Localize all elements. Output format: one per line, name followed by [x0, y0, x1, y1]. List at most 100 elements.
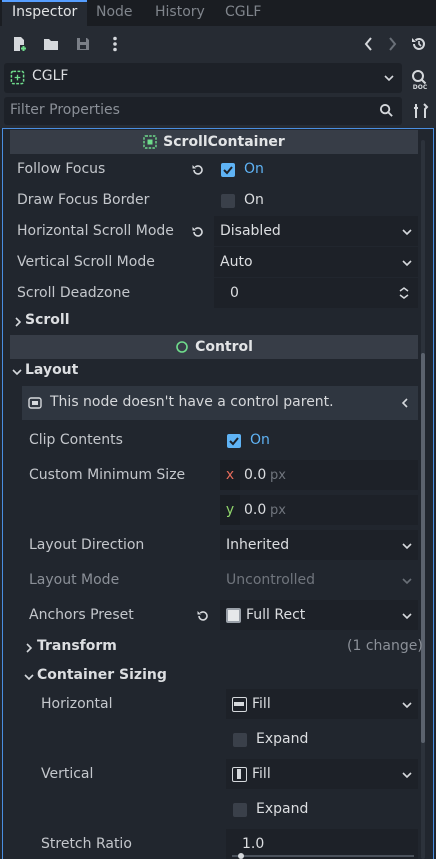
save-icon[interactable] [74, 35, 92, 53]
chevron-down-icon [402, 543, 412, 550]
chevron-down-icon [402, 772, 412, 779]
filter-row: Filter Properties [0, 94, 436, 128]
follow-focus-label: Follow Focus [17, 161, 106, 177]
more-options-icon[interactable] [106, 35, 124, 53]
vertical-scroll-mode-value: Auto [220, 254, 253, 270]
chevron-down-icon [384, 75, 394, 82]
history-back-icon[interactable] [360, 35, 378, 53]
custom-min-size-y-value: 0.0 [244, 502, 267, 518]
draw-focus-border-label: Draw Focus Border [17, 192, 150, 208]
draw-focus-border-value: On [244, 192, 264, 208]
svg-text:DOC: DOC [413, 84, 428, 90]
history-forward-icon[interactable] [383, 35, 401, 53]
chevron-down-icon [402, 613, 412, 620]
group-scroll[interactable]: Scroll [25, 312, 70, 328]
filter-placeholder: Filter Properties [10, 102, 120, 118]
chevron-down-icon [402, 229, 412, 236]
revert-icon[interactable] [191, 225, 205, 239]
section-header-control: Control [10, 335, 418, 359]
anchors-preset-value: Full Rect [246, 607, 306, 623]
unit-label: px [270, 468, 286, 483]
chevron-down-icon [402, 260, 412, 267]
group-transform[interactable]: Transform [37, 638, 117, 654]
unit-label: px [270, 503, 286, 518]
slider-track[interactable] [232, 855, 414, 857]
horizontal-expand-checkbox[interactable] [233, 733, 247, 747]
chevron-down-icon [24, 674, 34, 681]
open-folder-icon[interactable] [42, 35, 60, 53]
layout-mode-value: Uncontrolled [226, 572, 316, 588]
scroll-deadzone-label: Scroll Deadzone [17, 285, 131, 301]
layout-mode-label: Layout Mode [29, 572, 120, 588]
doc-icon[interactable]: DOC [409, 68, 431, 91]
scroll-deadzone-spinbox[interactable] [214, 278, 418, 308]
control-icon [176, 341, 188, 353]
clip-contents-label: Clip Contents [29, 432, 123, 448]
layout-direction-value: Inherited [226, 537, 290, 553]
clip-contents-checkbox[interactable] [227, 434, 241, 448]
group-container-sizing[interactable]: Container Sizing [37, 667, 167, 683]
vertical-expand-label: Expand [256, 801, 309, 817]
slider-grabber[interactable] [238, 853, 244, 859]
vertical-sizing-value: Fill [252, 766, 271, 782]
inspector-toolbar [0, 26, 436, 62]
chevron-right-icon [15, 317, 22, 327]
revert-icon[interactable] [191, 163, 205, 177]
notice-text: This node doesn't have a control parent. [50, 394, 334, 410]
x-axis-label: x [220, 460, 240, 490]
draw-focus-border-checkbox[interactable] [221, 194, 235, 208]
stretch-ratio-value: 1.0 [242, 836, 265, 852]
tab-cglf[interactable]: CGLF [215, 0, 271, 26]
object-history-icon[interactable] [410, 35, 428, 53]
new-resource-icon[interactable] [10, 35, 28, 53]
scroll-deadzone-value: 0 [230, 285, 239, 301]
spinner-arrows-icon[interactable] [398, 286, 410, 300]
tab-history[interactable]: History [145, 0, 215, 26]
section-header-scrollcontainer: ScrollContainer [10, 130, 418, 154]
scrollcontainer-icon [143, 135, 157, 149]
horizontal-sizing-label: Horizontal [41, 696, 113, 712]
anchors-preset-label: Anchors Preset [29, 607, 134, 623]
horizontal-sizing-value: Fill [252, 696, 271, 712]
search-icon [379, 103, 393, 117]
chevron-down-icon [402, 702, 412, 709]
object-selector[interactable]: CGLF [4, 63, 402, 93]
dock-tab-bar: Inspector Node History CGLF [0, 0, 436, 26]
section-title: Control [195, 339, 253, 355]
fill-vertical-icon [232, 767, 247, 782]
no-parent-notice: This node doesn't have a control parent. [22, 386, 418, 420]
node-type-icon [10, 70, 25, 85]
group-layout[interactable]: Layout [25, 362, 78, 378]
chevron-down-icon [402, 578, 412, 585]
tools-icon[interactable] [412, 102, 430, 120]
horizontal-scroll-mode-label: Horizontal Scroll Mode [17, 223, 174, 239]
object-name: CGLF [32, 68, 69, 84]
tab-inspector[interactable]: Inspector [2, 0, 88, 26]
scrollbar-thumb[interactable] [421, 353, 425, 743]
y-axis-label: y [220, 495, 240, 525]
chevron-down-icon [12, 369, 22, 376]
follow-focus-value: On [244, 161, 264, 177]
tab-node[interactable]: Node [86, 0, 143, 26]
follow-focus-checkbox[interactable] [221, 163, 235, 177]
info-icon [28, 397, 42, 409]
fill-horizontal-icon [232, 697, 247, 712]
clip-contents-value: On [250, 432, 270, 448]
chevron-left-icon[interactable] [400, 398, 410, 408]
layout-direction-label: Layout Direction [29, 537, 145, 553]
horizontal-scroll-mode-value: Disabled [220, 223, 281, 239]
full-rect-icon [226, 608, 241, 623]
transform-change-count: (1 change) [347, 638, 423, 654]
object-row: CGLF DOC [0, 62, 436, 94]
custom-min-size-label: Custom Minimum Size [29, 467, 186, 483]
horizontal-expand-label: Expand [256, 731, 309, 747]
vertical-sizing-label: Vertical [41, 766, 94, 782]
section-title: ScrollContainer [163, 134, 285, 150]
vertical-expand-checkbox[interactable] [233, 803, 247, 817]
filter-properties-input[interactable]: Filter Properties [4, 97, 402, 125]
custom-min-size-x-value: 0.0 [244, 467, 267, 483]
chevron-right-icon [26, 643, 33, 653]
revert-icon[interactable] [196, 609, 210, 623]
vertical-scroll-mode-label: Vertical Scroll Mode [17, 254, 155, 270]
stretch-ratio-label: Stretch Ratio [41, 836, 132, 852]
